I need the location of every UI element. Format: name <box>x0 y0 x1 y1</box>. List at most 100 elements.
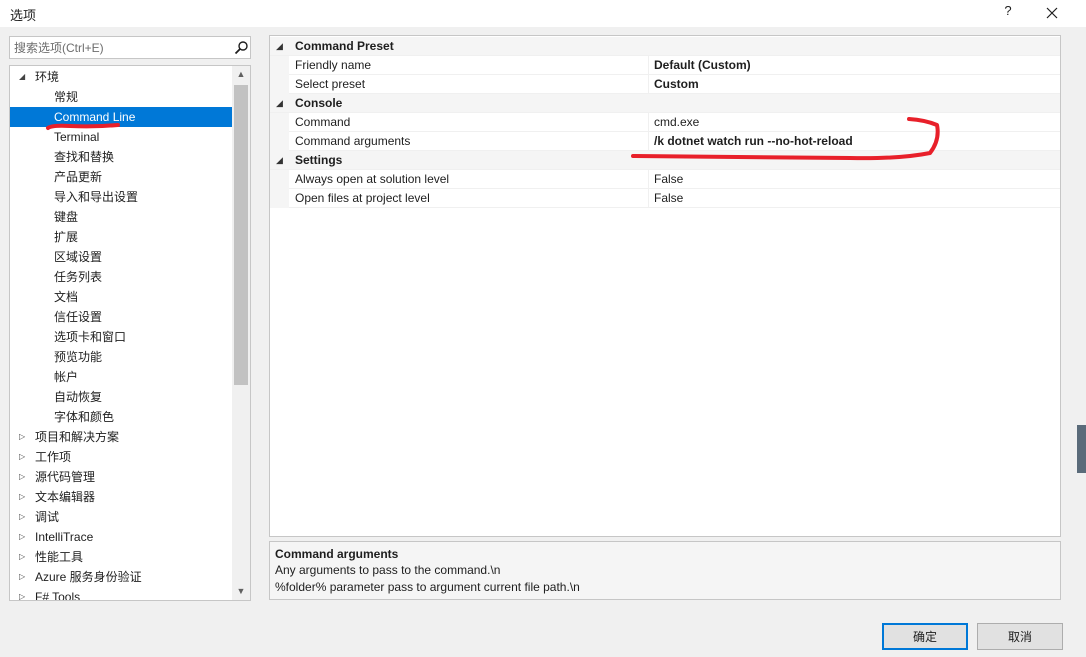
property-row[interactable]: Command arguments/k dotnet watch run --n… <box>270 132 1060 151</box>
scroll-up-arrow-icon[interactable]: ▲ <box>232 66 250 83</box>
tree-item-label: Command Line <box>54 110 136 124</box>
tree-item-label: 常规 <box>54 90 79 104</box>
tree-item[interactable]: 导入和导出设置 <box>10 187 233 207</box>
tree-item[interactable]: ▷ 调试 <box>10 507 233 527</box>
property-row[interactable]: Open files at project level False <box>270 189 1060 208</box>
collapsed-triangle-icon[interactable]: ▷ <box>19 547 29 567</box>
tree-item[interactable]: 键盘 <box>10 207 233 227</box>
expanded-triangle-icon[interactable]: ◢ <box>19 67 29 87</box>
close-icon <box>1046 7 1058 19</box>
tree-item-label: 预览功能 <box>54 350 103 364</box>
category-name: Command Preset <box>295 39 394 53</box>
collapsed-triangle-icon[interactable]: ▷ <box>19 447 29 467</box>
tree-item-label: 自动恢复 <box>54 390 103 404</box>
category-row[interactable]: ◢ Command Preset <box>270 37 1060 56</box>
collapsed-triangle-icon[interactable]: ▷ <box>19 467 29 487</box>
tree-item[interactable]: 产品更新 <box>10 167 233 187</box>
tree-item[interactable]: ▷ 性能工具 <box>10 547 233 567</box>
tree-item-label: IntelliTrace <box>35 530 94 544</box>
tree-item[interactable]: 字体和颜色 <box>10 407 233 427</box>
collapsed-triangle-icon[interactable]: ▷ <box>19 487 29 507</box>
property-value[interactable]: False <box>654 189 1054 208</box>
collapsed-triangle-icon[interactable]: ▷ <box>19 567 29 587</box>
column-divider[interactable] <box>648 56 649 75</box>
tree-item[interactable]: ▷ 工作项 <box>10 447 233 467</box>
tree-item[interactable]: ▷ 文本编辑器 <box>10 487 233 507</box>
tree-item[interactable]: Command Line <box>10 107 233 127</box>
property-row[interactable]: Select preset Custom <box>270 75 1060 94</box>
tree-item-label: 扩展 <box>54 230 79 244</box>
column-divider[interactable] <box>648 113 649 132</box>
tree-item-label: 工作项 <box>35 450 72 464</box>
property-name: Always open at solution level <box>295 172 450 186</box>
category-name: Console <box>295 96 343 110</box>
help-button[interactable]: ? <box>1000 3 1016 23</box>
tree-item-label: 区域设置 <box>54 250 103 264</box>
property-value[interactable]: /k dotnet watch run --no-hot-reload <box>654 132 1054 151</box>
description-line: Any arguments to pass to the command.\n <box>275 563 501 577</box>
column-divider[interactable] <box>648 189 649 208</box>
search-icon <box>234 41 248 55</box>
tree-item[interactable]: 任务列表 <box>10 267 233 287</box>
tree-item[interactable]: ◢ 环境 <box>10 67 233 87</box>
property-value[interactable]: Default (Custom) <box>654 56 1054 75</box>
property-row[interactable]: Command cmd.exe <box>270 113 1060 132</box>
tree-scrollbar[interactable]: ▲ ▼ <box>232 66 250 600</box>
property-name: Command <box>295 115 351 129</box>
tree-item[interactable]: ▷ IntelliTrace <box>10 527 233 547</box>
tree-item[interactable]: 文档 <box>10 287 233 307</box>
tree-item[interactable]: 信任设置 <box>10 307 233 327</box>
column-divider[interactable] <box>648 170 649 189</box>
ok-button[interactable]: 确定 <box>882 623 968 650</box>
tree-item[interactable]: ▷ 项目和解决方案 <box>10 427 233 447</box>
tree-item-label: 字体和颜色 <box>54 410 115 424</box>
tree-item-label: 键盘 <box>54 210 79 224</box>
tree-item[interactable]: 扩展 <box>10 227 233 247</box>
tree-item-label: 帐户 <box>54 370 79 384</box>
tree-item[interactable]: 区域设置 <box>10 247 233 267</box>
expanded-chevron-icon[interactable]: ◢ <box>276 94 286 113</box>
tree-item[interactable]: Terminal <box>10 127 233 147</box>
column-divider[interactable] <box>648 132 649 151</box>
property-value[interactable]: Custom <box>654 75 1054 94</box>
collapsed-triangle-icon[interactable]: ▷ <box>19 587 29 600</box>
search-button[interactable] <box>234 40 249 55</box>
property-value[interactable]: cmd.exe <box>654 113 1054 132</box>
tree-item[interactable]: 查找和替换 <box>10 147 233 167</box>
collapsed-triangle-icon[interactable]: ▷ <box>19 527 29 547</box>
expanded-chevron-icon[interactable]: ◢ <box>276 37 286 56</box>
window-title: 选项 <box>10 8 37 23</box>
title-bar: 选项 ? <box>0 0 1086 27</box>
property-value[interactable]: False <box>654 170 1054 189</box>
tree-item[interactable]: 选项卡和窗口 <box>10 327 233 347</box>
tree-item[interactable]: ▷ F# Tools <box>10 587 233 600</box>
collapsed-triangle-icon[interactable]: ▷ <box>19 427 29 447</box>
category-row[interactable]: ◢ Settings <box>270 151 1060 170</box>
tree-item-label: 调试 <box>35 510 60 524</box>
expanded-chevron-icon[interactable]: ◢ <box>276 151 286 170</box>
tree-item[interactable]: 帐户 <box>10 367 233 387</box>
row-gutter <box>270 56 289 75</box>
tree-item[interactable]: 预览功能 <box>10 347 233 367</box>
column-divider[interactable] <box>648 75 649 94</box>
scroll-down-arrow-icon[interactable]: ▼ <box>232 583 250 600</box>
property-row[interactable]: Always open at solution level False <box>270 170 1060 189</box>
description-line: %folder% parameter pass to argument curr… <box>275 580 580 594</box>
tree-item-label: F# Tools <box>35 590 81 600</box>
options-tree-list: ◢ 环境常规 Command Line Terminal 查找和替换 产品更新 导入和导出设… <box>10 66 233 600</box>
tree-item[interactable]: 常规 <box>10 87 233 107</box>
collapsed-triangle-icon[interactable]: ▷ <box>19 507 29 527</box>
cancel-button[interactable]: 取消 <box>977 623 1063 650</box>
row-gutter <box>270 113 289 132</box>
tree-item[interactable]: ▷ Azure 服务身份验证 <box>10 567 233 587</box>
category-name: Settings <box>295 153 343 167</box>
close-button[interactable] <box>1041 2 1063 24</box>
category-row[interactable]: ◢ Console <box>270 94 1060 113</box>
tree-item[interactable]: 自动恢复 <box>10 387 233 407</box>
description-panel: Command arguments Any arguments to pass … <box>269 541 1061 600</box>
property-grid: ◢ Command Preset Friendly name Default (Cus… <box>269 35 1061 537</box>
property-row[interactable]: Friendly name Default (Custom) <box>270 56 1060 75</box>
search-input[interactable] <box>14 39 229 56</box>
scrollbar-thumb[interactable] <box>234 85 248 385</box>
tree-item[interactable]: ▷ 源代码管理 <box>10 467 233 487</box>
